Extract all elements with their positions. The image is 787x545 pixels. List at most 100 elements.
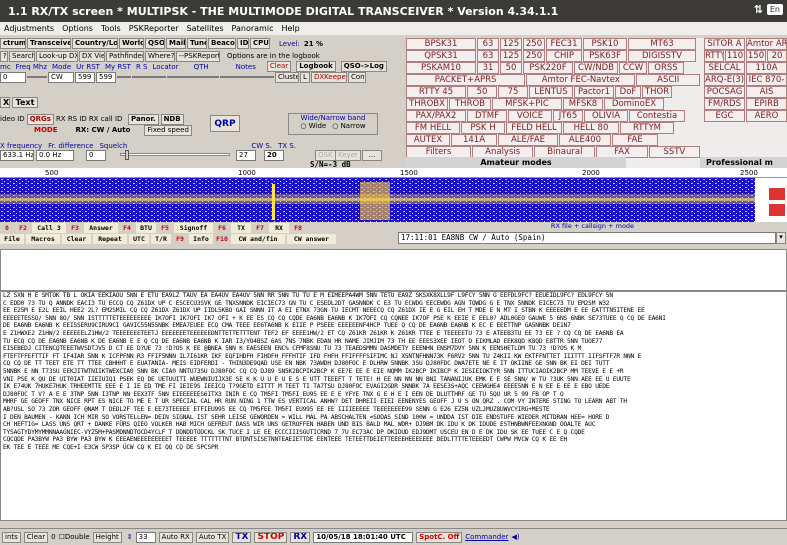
world-button[interactable]: World [119,38,144,49]
mode-button[interactable]: FAE [612,133,658,146]
mode-button[interactable]: ASCII [636,73,700,86]
pro-mode-button[interactable]: IEC 870- [746,73,787,86]
mode-button[interactable]: MT63 [628,37,696,50]
pro-mode-button[interactable]: AERO [746,109,787,122]
mail-button[interactable]: Mail [166,38,186,49]
rs-input[interactable] [117,76,131,78]
mode-button[interactable]: Analysis [472,145,534,158]
clear-button[interactable]: Clear [266,61,292,72]
cluster-button[interactable]: Cluster [275,71,299,83]
double-checkbox[interactable]: ☐Double [59,533,90,541]
tx-speed-value[interactable]: 20 [264,149,284,161]
mode-button[interactable]: PACKET+APRS [406,73,526,86]
sort-icon[interactable]: ⇅ [754,3,763,16]
lookup-dxh-button[interactable]: Look-up DXH [36,50,78,62]
menu-adjustments[interactable]: Adjustments [4,24,54,33]
wide-radio[interactable]: ○ Wide [300,122,326,130]
la-button[interactable]: L A [300,71,310,83]
rx-callid-label[interactable]: RX call ID [89,115,123,123]
pro-mode-button[interactable]: SELCAL [704,61,745,74]
prints-button[interactable]: ints [2,531,21,543]
macro-button[interactable]: File [0,234,24,244]
mode-button[interactable]: Filters [406,145,472,158]
mode-button[interactable]: FEC31 [546,37,582,50]
qso-button[interactable]: QSO [145,38,165,49]
pro-mode-button[interactable]: ARQ-E(3) [704,73,745,86]
squelch-slider[interactable] [120,153,230,156]
video-id-label[interactable]: ideo ID [0,115,25,123]
mode-button[interactable]: 63 [477,37,499,50]
mode-button[interactable]: RTTY 45 [406,85,466,98]
mode-button[interactable]: PAX/PAX2 [406,109,466,122]
tx-button[interactable]: TX [232,531,252,543]
macro-button[interactable]: RX [269,223,289,233]
pro-mode-button[interactable]: 110A [746,61,787,74]
mode-button[interactable]: PSK220F [523,61,573,74]
country-loc-button[interactable]: Country/Loc [72,38,118,49]
mode-button[interactable]: LENTUS [529,85,573,98]
mode-button[interactable]: Pactor1 [574,85,614,98]
mode-button[interactable]: FELD HELL [506,121,562,134]
pro-mode-button[interactable]: POCSAG [704,85,745,98]
height-value[interactable]: 33 [135,531,156,543]
cpu-button[interactable]: CPU [250,38,270,49]
rx-callsign-field[interactable]: 17:11:01 EA8NB CW / Auto (Spain) [398,232,776,244]
mode-button[interactable]: ALE400 [559,133,611,146]
mode-button[interactable]: MFSK+PIC [492,97,562,110]
menu-pskreporter[interactable]: PSKReporter [129,24,179,33]
menu-panoramic[interactable]: Panoramic [232,24,274,33]
pro-mode-button[interactable]: SITOR A [704,37,745,50]
pskreporter-button[interactable]: --PSKReporter [176,50,220,62]
mode-button[interactable]: 50 [467,85,497,98]
macro-button[interactable]: TX [231,223,251,233]
rx-dropdown-arrow-icon[interactable]: ▾ [776,232,786,244]
menu-help[interactable]: Help [281,24,299,33]
qrp-button[interactable]: QRP [210,115,240,132]
macro-button[interactable]: Answer [84,223,118,233]
language-indicator[interactable]: En [766,4,783,15]
macro-button[interactable]: Macros [26,234,60,244]
waterfall-display[interactable] [0,178,755,222]
mode-button[interactable]: CHIP [546,49,582,62]
squelch-slider-thumb[interactable] [125,150,129,160]
mode-button[interactable]: PSK H [461,121,505,134]
commander-link[interactable]: Commander [465,533,508,541]
mode-button[interactable]: SSTV [648,145,700,158]
macro-button[interactable]: T/R [151,234,171,244]
mode-button[interactable]: CW/NDB [574,61,618,74]
locator-input[interactable] [132,76,166,78]
rx-rsid-label[interactable]: RX RS ID [56,115,87,123]
dxkeeper-button[interactable]: DXKeeper [311,71,347,83]
pro-mode-button[interactable]: Amtor AR [746,37,787,50]
beacon-button[interactable]: Beacon [208,38,236,49]
mode-button[interactable]: FAX [596,145,648,158]
mode-button[interactable]: BPSK31 [406,37,476,50]
mode-button[interactable]: MFSK8 [563,97,603,110]
pro-mode-button[interactable]: AIS [746,85,787,98]
rx-decoded-text[interactable]: LZ SXN H E SMTOK TB L OKIA EEKIAOU 5NN E… [0,291,787,521]
mode-button[interactable]: 75 [498,85,528,98]
macro-button[interactable]: CW answer [287,234,336,244]
pro-mode-button[interactable]: 20 [767,49,787,62]
pro-mode-button[interactable]: EPIRB [746,97,787,110]
speaker-icon[interactable]: ◀) [511,533,519,541]
qrgs-button[interactable]: QRGs [26,113,54,125]
pro-mode-button[interactable]: RTTY 100 [704,49,724,62]
mode-button[interactable]: Amtor FEC-Navtex [526,73,636,86]
auto-rx-button[interactable]: Auto RX [158,531,193,543]
mode-button[interactable]: 50 [500,61,522,74]
mode-button[interactable]: DIGISSTV [628,49,696,62]
mode-button[interactable]: DominoEX [604,97,664,110]
mode-button[interactable]: HELL 80 [563,121,619,134]
pathfinder-button[interactable]: Pathfinder [106,50,144,62]
freq-diff-value[interactable]: 0.0 Hz [36,149,74,161]
squelch-value[interactable]: 0 [86,149,106,161]
mode-button[interactable]: THROB [449,97,491,110]
mode-button[interactable]: ALE/FAE [498,133,558,146]
mode-button[interactable]: DTMF [467,109,507,122]
freq-input-2[interactable] [27,76,47,78]
mode-button[interactable]: Contestia [629,109,685,122]
where-button[interactable]: Where? [145,50,175,62]
notes-input[interactable] [220,76,274,78]
rx-button[interactable]: RX [290,531,311,543]
